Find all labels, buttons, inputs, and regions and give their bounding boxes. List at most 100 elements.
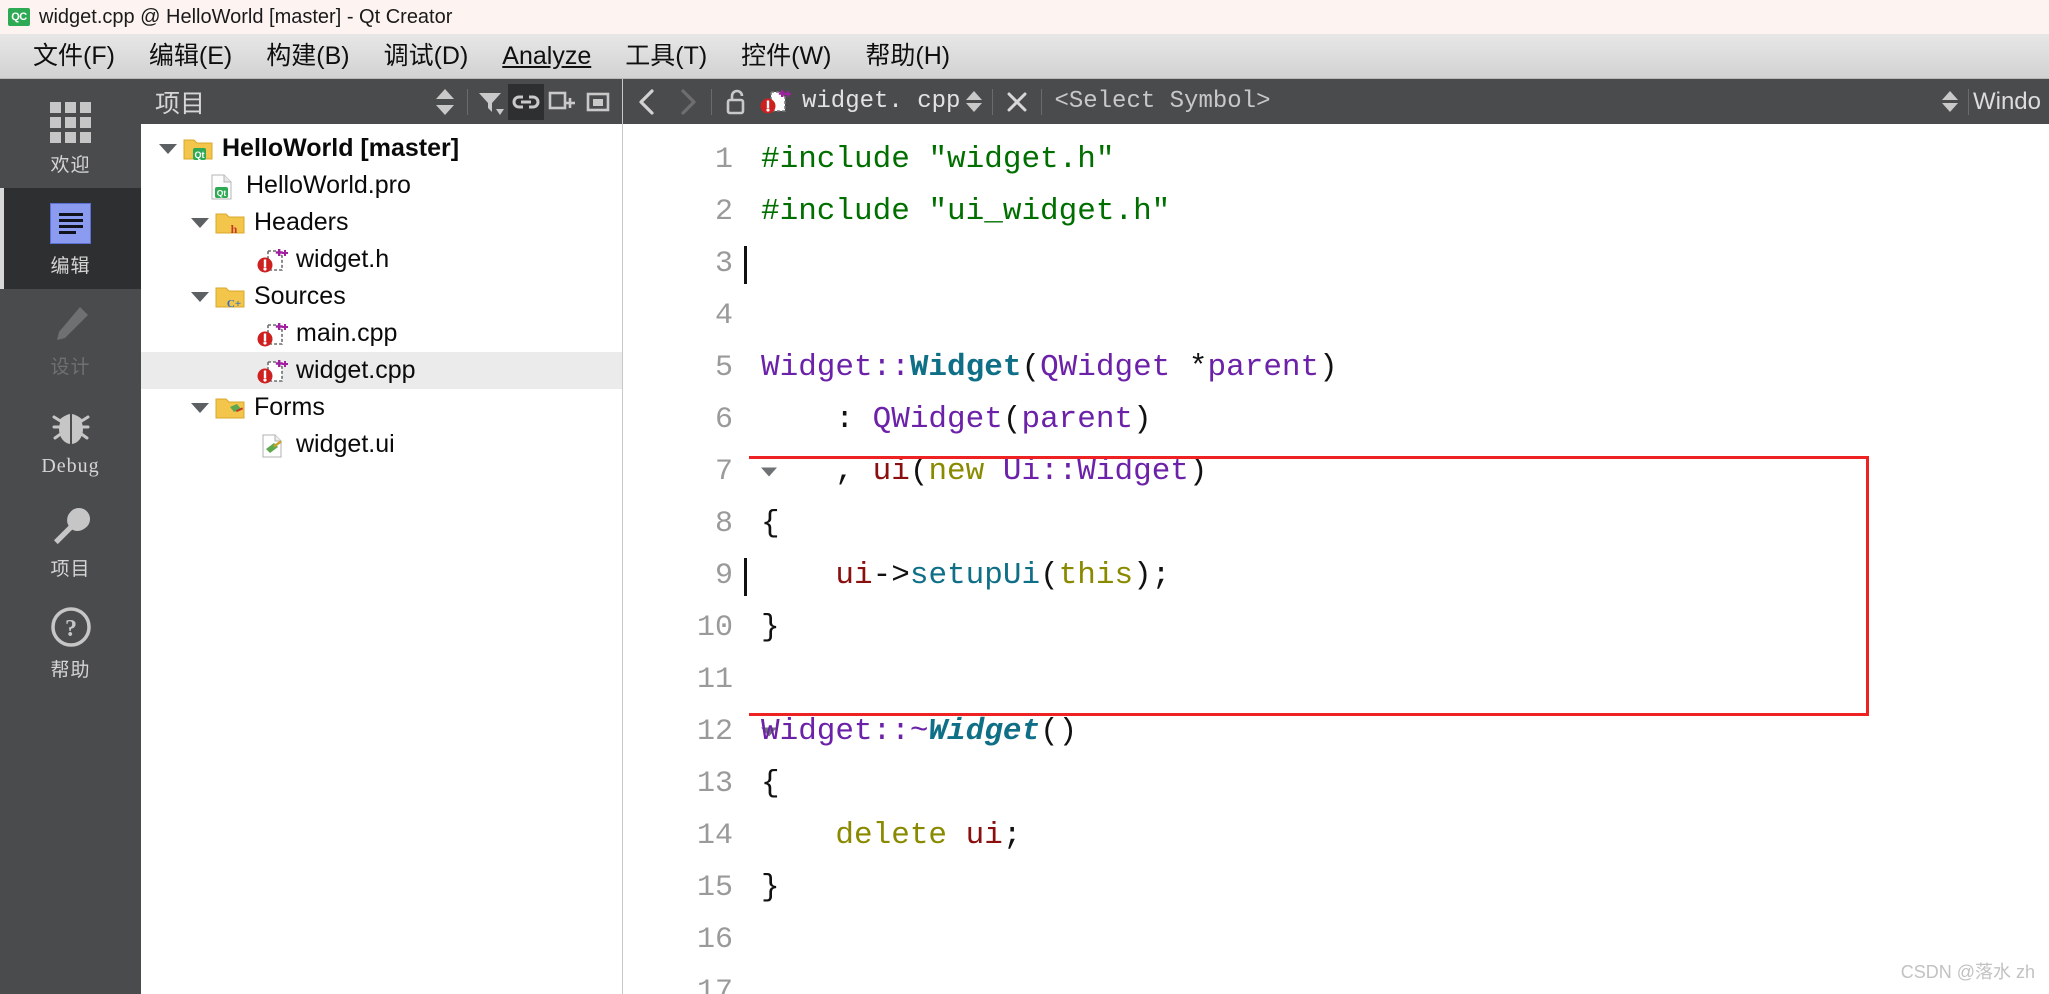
menu-edit[interactable]: 编辑(E) xyxy=(132,41,249,70)
line-number: 10 xyxy=(696,611,733,645)
folder-cpp-icon: C+ xyxy=(215,284,245,310)
line-number: 2 xyxy=(714,195,733,229)
svg-text:h: h xyxy=(231,222,238,236)
code-editor[interactable]: 1 2 3 4 5 6 7 8 9 10 11 12 13 14 15 16 1 xyxy=(623,124,2049,994)
symbol-selector[interactable]: <Select Symbol> xyxy=(1054,88,1270,115)
mode-item-edit-label: 编辑 xyxy=(50,256,91,277)
edit-lines-icon xyxy=(50,199,91,247)
svg-text:C+: C+ xyxy=(227,298,241,310)
text-cursor xyxy=(744,246,747,284)
code-line: : QWidget(parent) xyxy=(761,402,1152,437)
mode-item-projects[interactable]: 项目 xyxy=(0,491,141,592)
menu-widgets[interactable]: 控件(W) xyxy=(724,43,848,69)
unlocked-icon[interactable] xyxy=(716,83,756,121)
file-cpp-icon xyxy=(257,321,288,347)
file-ui-icon xyxy=(257,432,287,458)
mode-item-welcome[interactable]: 欢迎 xyxy=(0,87,141,188)
pencil-icon xyxy=(49,300,93,348)
code-line: } xyxy=(761,870,780,905)
menu-tools[interactable]: 工具(T) xyxy=(608,43,724,69)
line-number: 5 xyxy=(714,351,733,385)
watermark: CSDN @落水 zh xyxy=(1900,962,2035,982)
project-panel-header: 项目 xyxy=(141,79,622,124)
mode-item-welcome-label: 欢迎 xyxy=(50,155,91,176)
code-line: ui->setupUi(this); xyxy=(835,558,1171,593)
mode-item-help[interactable]: ? 帮助 xyxy=(0,592,141,693)
code-line: , ui(new Ui::Widget) xyxy=(761,454,1208,489)
toolbar-separator xyxy=(711,88,712,115)
link-icon[interactable] xyxy=(508,83,544,120)
project-tree[interactable]: Qt HelloWorld [master] Qt HelloWorld.pro… xyxy=(141,124,622,994)
menu-debug[interactable]: 调试(D) xyxy=(367,43,486,69)
bug-icon xyxy=(48,403,94,451)
chevron-down-icon[interactable] xyxy=(191,288,209,306)
menu-file[interactable]: 文件(F) xyxy=(16,43,132,69)
menu-analyze-label: Analyze xyxy=(502,41,592,70)
svg-text:?: ? xyxy=(65,616,77,642)
file-qt-icon: Qt xyxy=(207,173,237,199)
code-line: { xyxy=(761,506,780,541)
tree-row[interactable]: C+ Sources xyxy=(141,278,622,315)
tree-item-label: HelloWorld.pro xyxy=(246,171,411,199)
menu-build[interactable]: 构建(B) xyxy=(249,43,366,69)
mode-item-debug[interactable]: Debug xyxy=(0,390,141,491)
line-number: 15 xyxy=(696,871,733,905)
menu-help[interactable]: 帮助(H) xyxy=(848,43,967,69)
file-cpp-icon xyxy=(257,358,288,384)
code-text-area[interactable]: #include "widget.h" #include "ui_widget.… xyxy=(749,124,2049,994)
svg-text:Qt: Qt xyxy=(217,188,227,198)
mode-item-projects-label: 项目 xyxy=(50,559,91,580)
line-number: 11 xyxy=(696,663,733,697)
mode-item-debug-label: Debug xyxy=(41,455,100,477)
menu-edit-label: 编辑(E) xyxy=(148,41,233,70)
chevron-down-icon[interactable] xyxy=(159,140,177,158)
tree-item-label: Sources xyxy=(254,282,346,310)
title-bar: QC widget.cpp @ HelloWorld [master] - Qt… xyxy=(0,0,2049,34)
close-x-icon[interactable] xyxy=(997,83,1037,121)
code-line: #include "ui_widget.h" xyxy=(761,194,1171,229)
window-menu-label[interactable]: Windo xyxy=(1973,88,2045,116)
tree-item-label: main.cpp xyxy=(296,319,398,347)
tree-row[interactable]: widget.h xyxy=(141,241,622,278)
tree-row[interactable]: widget.cpp xyxy=(141,352,622,389)
line-number: 8 xyxy=(714,507,733,541)
tree-row[interactable]: Qt HelloWorld [master] xyxy=(141,130,622,167)
filter-icon[interactable] xyxy=(472,84,508,120)
line-number: 12 xyxy=(623,706,777,758)
chevron-down-icon[interactable] xyxy=(191,399,209,417)
toolbar-separator xyxy=(1967,88,1969,115)
close-split-icon[interactable] xyxy=(580,84,616,120)
split-icon[interactable] xyxy=(544,84,580,120)
chevron-left-icon[interactable] xyxy=(627,83,667,121)
document-selector-arrows-icon[interactable] xyxy=(960,91,988,112)
tree-row[interactable]: Qt HelloWorld.pro xyxy=(141,167,622,204)
editor-toolbar: widget. cpp <Select Symbol> Windo xyxy=(623,79,2049,124)
open-document-name[interactable]: widget. cpp xyxy=(802,88,960,115)
toolbar-separator xyxy=(992,88,994,115)
tree-item-label: HelloWorld [master] xyxy=(222,134,460,162)
symbol-selector-arrows-icon[interactable] xyxy=(1936,91,1964,112)
line-number: 17 xyxy=(696,975,733,994)
line-number: 6 xyxy=(714,403,733,437)
mode-item-design[interactable]: 设计 xyxy=(0,289,141,390)
tree-row[interactable]: h Headers xyxy=(141,204,622,241)
window-title: widget.cpp @ HelloWorld [master] - Qt Cr… xyxy=(39,5,453,28)
up-down-arrows-icon[interactable] xyxy=(427,84,463,120)
mode-item-edit[interactable]: 编辑 xyxy=(0,188,141,289)
tree-row[interactable]: widget.ui xyxy=(141,426,622,463)
tree-row[interactable]: main.cpp xyxy=(141,315,622,352)
file-cpp-icon xyxy=(257,247,288,273)
chevron-down-icon[interactable] xyxy=(191,214,209,232)
project-panel-title: 项目 xyxy=(155,89,206,118)
main-body: 欢迎 编辑 设计 Debug 项目 ? 帮助 项目 Qt HelloWorld … xyxy=(0,79,2049,994)
tree-row[interactable]: Forms xyxy=(141,389,622,426)
folder-ui-icon xyxy=(215,395,245,421)
tree-item-label: widget.cpp xyxy=(296,356,416,384)
code-line: } xyxy=(761,610,780,645)
chevron-right-icon[interactable] xyxy=(667,83,707,121)
menu-analyze[interactable]: Analyze xyxy=(485,41,608,70)
